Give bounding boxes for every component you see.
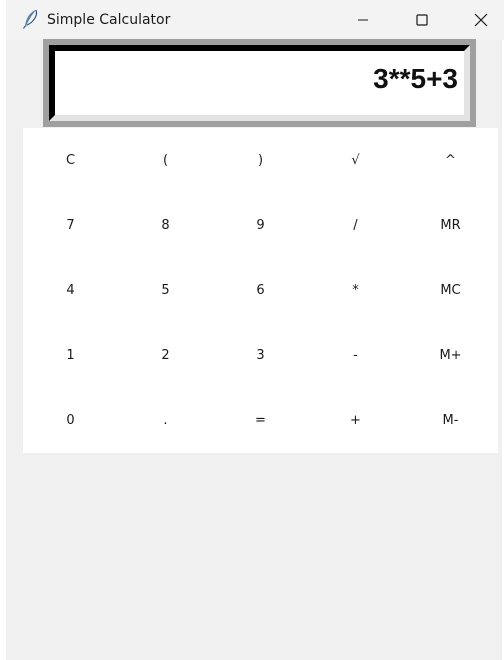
key-memory-add[interactable]: M+ bbox=[403, 323, 498, 388]
key-memory-recall[interactable]: MR bbox=[403, 193, 498, 258]
key-power[interactable]: ^ bbox=[403, 128, 498, 193]
key-3[interactable]: 3 bbox=[213, 323, 308, 388]
title-bar[interactable]: Simple Calculator bbox=[6, 0, 504, 40]
maximize-button[interactable] bbox=[399, 0, 445, 40]
keypad: C ( ) √ ^ 7 8 9 / MR 4 5 6 * MC 1 2 3 - … bbox=[23, 128, 498, 453]
key-equals[interactable]: = bbox=[213, 388, 308, 453]
key-sqrt[interactable]: √ bbox=[308, 128, 403, 193]
key-7[interactable]: 7 bbox=[23, 193, 118, 258]
close-icon bbox=[474, 13, 488, 27]
key-9[interactable]: 9 bbox=[213, 193, 308, 258]
key-close-paren[interactable]: ) bbox=[213, 128, 308, 193]
display-frame: 3**5+3 bbox=[43, 39, 476, 127]
maximize-icon bbox=[416, 14, 428, 26]
key-subtract[interactable]: - bbox=[308, 323, 403, 388]
key-decimal[interactable]: . bbox=[118, 388, 213, 453]
key-divide[interactable]: / bbox=[308, 193, 403, 258]
key-1[interactable]: 1 bbox=[23, 323, 118, 388]
key-memory-clear[interactable]: MC bbox=[403, 258, 498, 323]
key-4[interactable]: 4 bbox=[23, 258, 118, 323]
key-open-paren[interactable]: ( bbox=[118, 128, 213, 193]
key-6[interactable]: 6 bbox=[213, 258, 308, 323]
key-0[interactable]: 0 bbox=[23, 388, 118, 453]
calculator-window: Simple Calculator 3**5+3 C ( ) √ ^ 7 8 9… bbox=[0, 0, 504, 660]
key-memory-subtract[interactable]: M- bbox=[403, 388, 498, 453]
window-title: Simple Calculator bbox=[47, 12, 171, 28]
minimize-icon bbox=[358, 19, 368, 21]
key-add[interactable]: + bbox=[308, 388, 403, 453]
close-button[interactable] bbox=[458, 0, 504, 40]
key-8[interactable]: 8 bbox=[118, 193, 213, 258]
display-value: 3**5+3 bbox=[373, 63, 458, 94]
key-multiply[interactable]: * bbox=[308, 258, 403, 323]
key-5[interactable]: 5 bbox=[118, 258, 213, 323]
display-field[interactable]: 3**5+3 bbox=[49, 45, 470, 121]
key-clear[interactable]: C bbox=[23, 128, 118, 193]
minimize-button[interactable] bbox=[340, 0, 386, 40]
feather-icon bbox=[22, 9, 38, 29]
key-2[interactable]: 2 bbox=[118, 323, 213, 388]
